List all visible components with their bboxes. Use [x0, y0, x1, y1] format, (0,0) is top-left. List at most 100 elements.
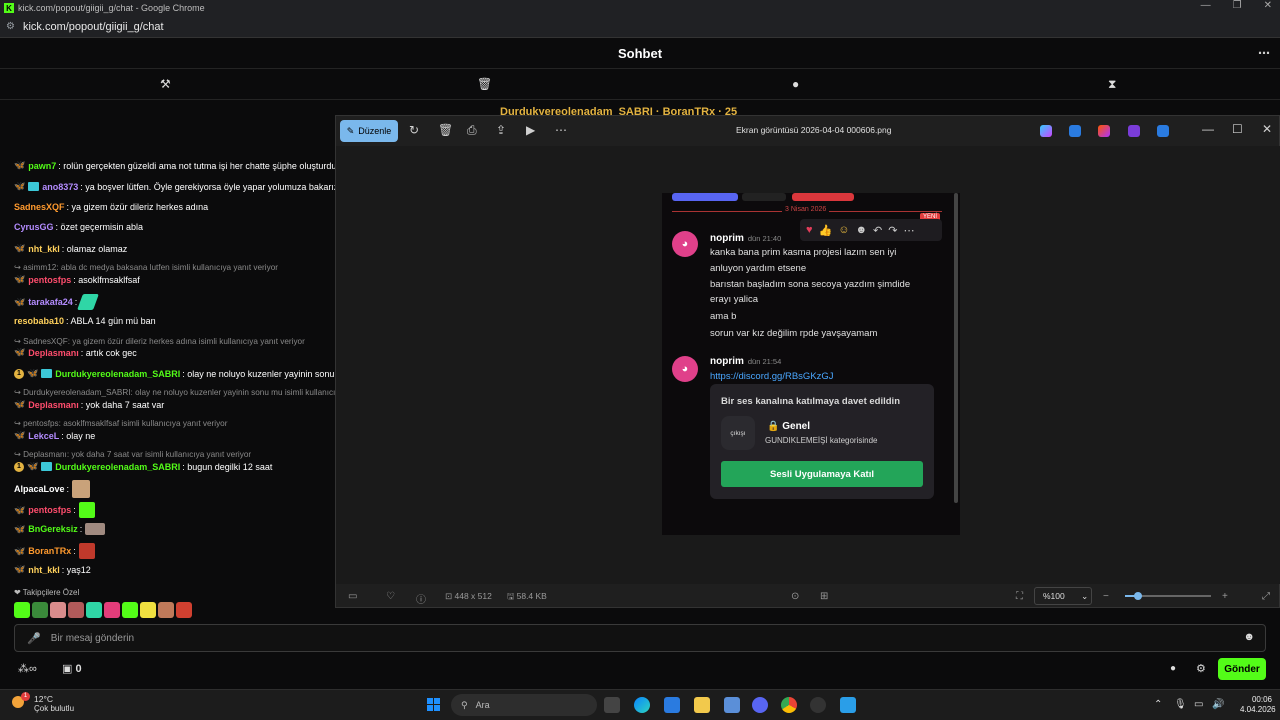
start-button[interactable] [427, 698, 441, 712]
chat-username[interactable]: nht_kkl [28, 565, 60, 575]
minimize-icon[interactable]: — [1201, 0, 1211, 11]
zoom-slider-knob[interactable] [1133, 592, 1142, 600]
chat-username[interactable]: nht_kkl [28, 244, 60, 254]
delete-icon[interactable]: 🗑 [438, 123, 453, 137]
chat-input[interactable]: 🎤 Bir mesaj gönderin ☻ [14, 624, 1266, 652]
sub-badge-icon: 🦋 [14, 523, 26, 534]
taskbar-search[interactable]: ⚲ Ara [451, 694, 597, 716]
visual-search-icon[interactable]: ⊙ [791, 591, 799, 602]
window-minimize-icon[interactable]: — [1202, 122, 1214, 136]
designer-icon[interactable] [1098, 125, 1110, 137]
chat-message: 🦋 LekceL: olay ne [14, 430, 95, 441]
share-icon[interactable]: ⇪ [496, 123, 506, 137]
zoom-dropdown[interactable]: %100 ⌄ [1034, 587, 1092, 605]
onedrive-icon[interactable] [1157, 125, 1169, 137]
emoji-icon[interactable]: ☻ [1243, 631, 1255, 643]
more-icon[interactable]: ⋯ [555, 123, 567, 137]
chat-username[interactable]: SadnesXQF [14, 202, 65, 212]
site-info-icon[interactable]: ⚙ [6, 21, 15, 32]
sub-badge-icon: 🦋 [14, 399, 26, 409]
rotate-icon[interactable]: ↻ [409, 123, 419, 137]
chat-username[interactable]: Durdukyereolenadam_SABRI [55, 462, 180, 472]
emote-image [78, 502, 95, 518]
emote-image[interactable] [32, 602, 48, 618]
hourglass-icon[interactable]: ⧗ [1108, 77, 1116, 92]
reply-text: Durdukyereolenadam_SABRI: olay ne noluyo… [23, 388, 336, 397]
taskbar-clock[interactable]: 00:06 4.04.2026 [1240, 695, 1276, 715]
chat-username[interactable]: resobaba10 [14, 316, 64, 326]
settings-gear-icon[interactable]: ⚙ [1196, 662, 1206, 675]
info-icon[interactable]: ⓘ [416, 591, 426, 606]
app-icon[interactable] [724, 697, 740, 713]
chat-username[interactable]: Durdukyereolenadam_SABRI [55, 369, 180, 379]
emote-image[interactable] [50, 602, 66, 618]
volume-icon[interactable]: 🔊 [1212, 699, 1224, 710]
task-view-icon[interactable] [604, 697, 620, 713]
network-icon[interactable]: ▭ [1194, 699, 1203, 710]
fullscreen-icon[interactable]: ⤢ [1262, 591, 1270, 602]
print-icon[interactable]: ⎙ [467, 123, 477, 138]
paint-icon[interactable] [1069, 125, 1081, 137]
chat-username[interactable]: LekceL [28, 431, 59, 441]
favorite-icon[interactable]: ♡ [386, 591, 395, 602]
emote-image[interactable] [158, 602, 174, 618]
chat-username[interactable]: pentosfps [28, 275, 71, 285]
emote-image[interactable] [176, 602, 192, 618]
emote-image[interactable] [14, 602, 30, 618]
discord-icon[interactable] [752, 697, 768, 713]
chat-username[interactable]: Deplasmanı [28, 400, 79, 410]
chrome-icon[interactable] [781, 697, 797, 713]
emote-image[interactable] [68, 602, 84, 618]
chat-username[interactable]: BoranTRx [28, 546, 71, 556]
chevron-up-icon[interactable]: ⌃ [1154, 699, 1162, 710]
close-icon[interactable]: ✕ [1264, 0, 1272, 11]
send-button[interactable]: Gönder [1218, 658, 1266, 680]
chat-bubble-icon[interactable]: ● [792, 77, 799, 91]
chat-bubble-settings-icon[interactable]: ● [1170, 663, 1176, 674]
gift-counter[interactable]: ▣ 0 [62, 662, 82, 675]
filmstrip-icon[interactable]: ▭ [348, 591, 357, 602]
chat-username[interactable]: pentosfps [28, 505, 71, 515]
text-scan-icon[interactable]: ⊞ [820, 591, 828, 602]
channel-points-icon[interactable]: ⁂∞ [18, 662, 37, 675]
emote-image[interactable] [122, 602, 138, 618]
address-bar[interactable]: ⚙ kick.com/popout/giigii_g/chat [0, 16, 1280, 38]
join-voice-button: Sesli Uygulamaya Katıl [721, 461, 923, 487]
zoom-in-icon[interactable]: + [1222, 591, 1228, 602]
more-options-icon[interactable]: ⋯ [1258, 46, 1270, 60]
chat-username[interactable]: tarakafa24 [28, 297, 73, 307]
store-icon[interactable] [664, 697, 680, 713]
microphone-tray-icon[interactable]: 🎙 [1174, 699, 1187, 710]
window-maximize-icon[interactable]: ☐ [1232, 122, 1243, 136]
microphone-icon[interactable]: 🎤 [27, 632, 41, 645]
copilot-icon[interactable] [1040, 125, 1052, 137]
reply-context: ↪ Durdukyereolenadam_SABRI: olay ne nolu… [14, 387, 336, 397]
emote-image[interactable] [140, 602, 156, 618]
emote-image[interactable] [86, 602, 102, 618]
fit-to-window-icon[interactable]: ⛶ [1016, 591, 1023, 602]
trash-icon[interactable]: 🗑 [477, 77, 492, 91]
zoom-slider[interactable] [1125, 592, 1211, 600]
chat-username[interactable]: ano8373 [42, 182, 78, 192]
chat-username[interactable]: BnGereksiz [28, 524, 78, 534]
edge-icon[interactable] [634, 697, 650, 713]
slideshow-icon[interactable]: ▶ [526, 123, 535, 137]
chat-header: Sohbet ⋯ [0, 38, 1280, 69]
photos-icon[interactable] [840, 697, 856, 713]
window-close-icon[interactable]: ✕ [1262, 122, 1272, 136]
chat-username[interactable]: CyrusGG [14, 222, 54, 232]
emote-image[interactable] [104, 602, 120, 618]
reply-text: Deplasmanı: yok daha 7 saat var isimli k… [23, 450, 252, 459]
chat-username[interactable]: pawn7 [28, 161, 56, 171]
chat-message: 🦋 nht_kkl: olamaz olamaz [14, 243, 127, 254]
chat-username[interactable]: AlpacaLove [14, 484, 65, 494]
chat-text: : rolün gerçekten güzeldi ama not tutma … [58, 160, 336, 171]
hammer-icon[interactable]: ⚒ [160, 77, 171, 91]
clipchamp-icon[interactable] [1128, 125, 1140, 137]
zoom-out-icon[interactable]: − [1103, 591, 1109, 602]
file-explorer-icon[interactable] [694, 697, 710, 713]
restore-icon[interactable]: ❐ [1233, 0, 1242, 11]
chat-username[interactable]: Deplasmanı [28, 348, 79, 358]
app-icon[interactable] [810, 697, 826, 713]
edit-button[interactable]: ✎ Düzenle [340, 120, 398, 142]
